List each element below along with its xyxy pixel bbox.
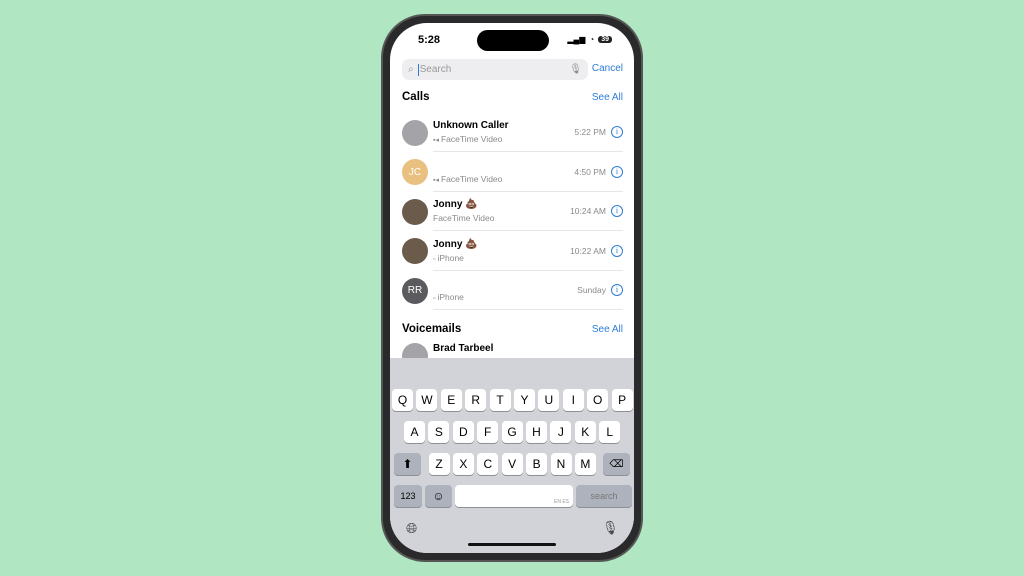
search-input[interactable]: ⌕ Search 🎙︎ xyxy=(402,59,588,80)
caller-name: Jonny 💩 xyxy=(433,199,478,210)
call-item[interactable]: Unknown Caller ▪◂ FaceTime Video 5:22 PM… xyxy=(402,113,623,152)
wifi-icon: ◔ xyxy=(589,35,595,44)
search-placeholder: Search xyxy=(419,64,452,75)
call-type: FaceTime Video xyxy=(433,213,495,223)
key-p[interactable]: P xyxy=(611,389,633,411)
signal-icon: ▂▄▆ xyxy=(567,35,586,44)
key-e[interactable]: E xyxy=(440,389,462,411)
video-icon: ▪◂ xyxy=(433,176,441,184)
info-icon[interactable]: i xyxy=(611,165,623,178)
caller-name xyxy=(433,160,574,172)
dictation-icon[interactable]: 🎙︎ xyxy=(602,520,619,536)
avatar xyxy=(402,238,428,264)
call-time: 5:22 PM xyxy=(574,127,606,137)
emoji-key[interactable]: ☺ xyxy=(425,485,452,507)
key-j[interactable]: J xyxy=(550,421,572,443)
key-b[interactable]: B xyxy=(526,453,548,475)
avatar: JC xyxy=(402,159,428,185)
shift-key[interactable]: ⬆ xyxy=(394,453,421,475)
caller-name xyxy=(433,278,577,290)
cancel-button[interactable]: Cancel xyxy=(592,63,623,74)
key-r[interactable]: R xyxy=(465,389,487,411)
screen: 5:28 ▂▄▆ ◔ 39 ⌕ Search 🎙︎ Cancel Calls S… xyxy=(390,23,634,553)
key-u[interactable]: U xyxy=(538,389,560,411)
home-indicator[interactable] xyxy=(468,543,556,546)
key-q[interactable]: Q xyxy=(392,389,413,411)
call-type: iPhone xyxy=(437,252,464,263)
text-cursor xyxy=(417,63,419,76)
search-icon: ⌕ xyxy=(408,64,414,75)
status-time: 5:28 xyxy=(418,34,441,46)
key-g[interactable]: G xyxy=(501,421,523,443)
key-v[interactable]: V xyxy=(501,453,523,475)
call-type: FaceTime Video xyxy=(440,173,503,184)
call-type: iPhone xyxy=(437,292,464,302)
key-y[interactable]: Y xyxy=(514,389,535,411)
numbers-key[interactable]: 123 xyxy=(394,485,422,507)
call-time: 4:50 PM xyxy=(574,166,606,177)
key-m[interactable]: M xyxy=(574,453,596,475)
keyboard: QWERTYUIOP ASDFGHJKL ZXCVBNM 123 ☺ EN ES s… xyxy=(390,358,634,553)
dictation-mic-icon[interactable]: 🎙︎ xyxy=(569,64,582,75)
info-icon[interactable]: i xyxy=(611,126,623,138)
dynamic-island xyxy=(477,30,549,51)
caller-name: Jonny 💩 xyxy=(433,238,478,250)
call-time: 10:22 AM xyxy=(570,245,606,256)
key-o[interactable]: O xyxy=(587,389,609,411)
call-time: 10:24 AM xyxy=(570,206,606,216)
phone-frame: 5:28 ▂▄▆ ◔ 39 ⌕ Search 🎙︎ Cancel Calls S… xyxy=(381,14,643,562)
key-w[interactable]: W xyxy=(416,389,438,411)
key-a[interactable]: A xyxy=(404,421,425,443)
info-icon[interactable]: i xyxy=(611,205,623,217)
battery-icon: 39 xyxy=(598,36,612,43)
key-c[interactable]: C xyxy=(477,453,499,475)
call-item[interactable]: Jonny 💩 FaceTime Video 10:24 AM i xyxy=(402,192,623,231)
key-f[interactable]: F xyxy=(477,421,499,443)
voicemails-header: Voicemails See All xyxy=(402,323,623,335)
call-time: Sunday xyxy=(577,285,606,295)
caller-name: Unknown Caller xyxy=(433,120,509,131)
call-item[interactable]: JC ▪◂ FaceTime Video 4:50 PM i xyxy=(402,153,623,192)
call-type: FaceTime Video xyxy=(440,134,503,144)
key-h[interactable]: H xyxy=(526,421,547,443)
space-key[interactable]: EN ES xyxy=(455,485,573,507)
avatar xyxy=(402,198,428,225)
key-z[interactable]: Z xyxy=(428,453,450,475)
key-l[interactable]: L xyxy=(599,421,621,443)
call-item[interactable]: Jonny 💩 ▫ iPhone 10:22 AM i xyxy=(402,232,623,271)
info-icon[interactable]: i xyxy=(611,244,623,257)
calls-header: Calls See All xyxy=(402,91,623,103)
globe-icon[interactable]: 🌐︎ xyxy=(406,520,417,537)
info-icon[interactable]: i xyxy=(611,284,623,296)
search-key[interactable]: search xyxy=(576,485,632,507)
backspace-key[interactable]: ⌫ xyxy=(603,453,630,475)
call-item[interactable]: RR ▫ iPhone Sunday i xyxy=(402,271,623,310)
key-t[interactable]: T xyxy=(489,389,511,411)
key-i[interactable]: I xyxy=(562,389,584,411)
key-s[interactable]: S xyxy=(428,421,450,443)
avatar: RR xyxy=(402,277,428,304)
status-icons: ▂▄▆ ◔ 39 xyxy=(567,35,612,44)
voicemails-title: Voicemails xyxy=(402,323,462,335)
voicemails-see-all-button[interactable]: See All xyxy=(592,324,623,335)
key-x[interactable]: X xyxy=(452,453,474,475)
video-icon: ▪◂ xyxy=(433,137,441,144)
avatar xyxy=(402,119,428,146)
voicemail-name: Brad Tarbeel xyxy=(433,343,494,354)
key-k[interactable]: K xyxy=(574,421,596,443)
key-n[interactable]: N xyxy=(550,453,572,475)
key-d[interactable]: D xyxy=(452,421,474,443)
calls-title: Calls xyxy=(402,91,430,103)
calls-see-all-button[interactable]: See All xyxy=(592,92,623,103)
voicemail-item[interactable]: Brad Tarbeel xyxy=(402,341,623,369)
